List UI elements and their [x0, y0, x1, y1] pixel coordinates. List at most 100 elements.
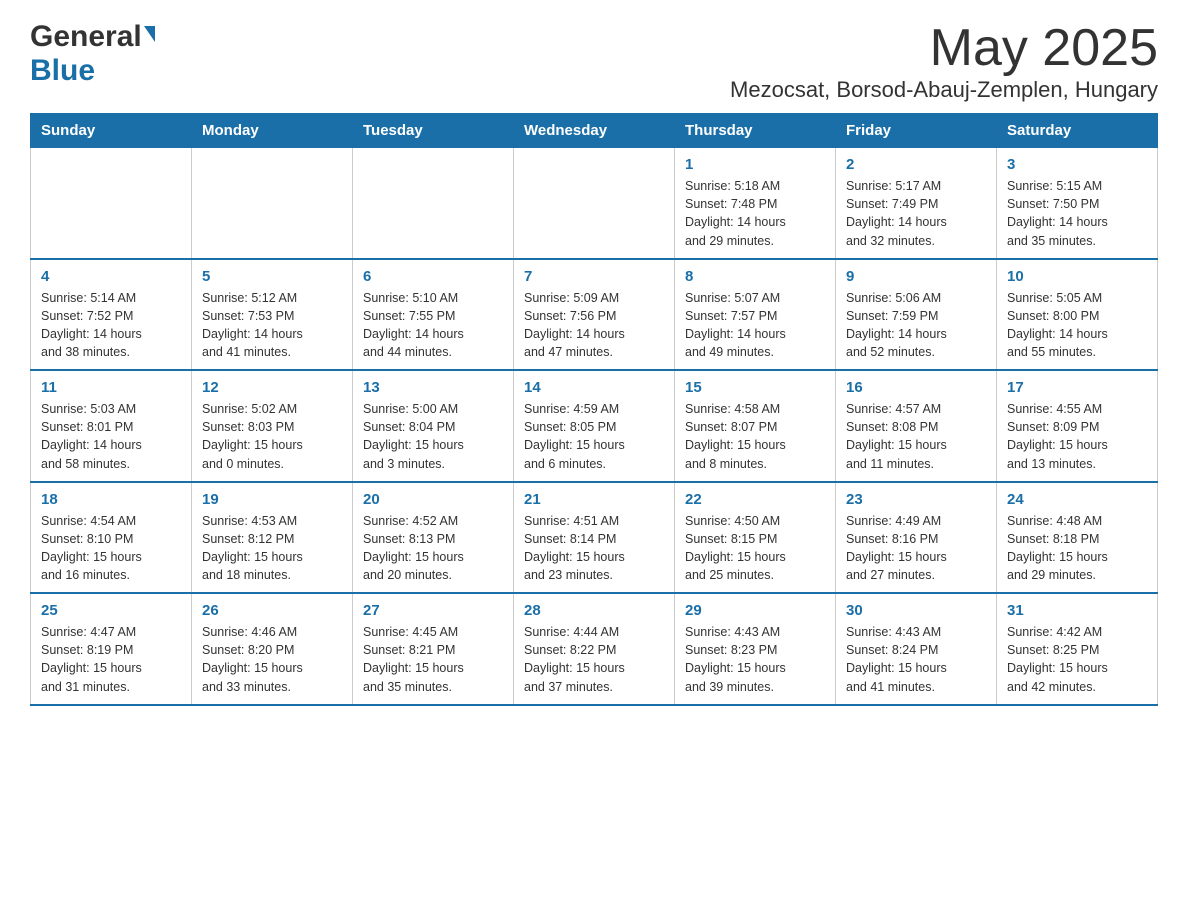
weekday-header-saturday: Saturday — [997, 114, 1158, 148]
day-number: 25 — [41, 602, 181, 619]
calendar-week-row: 4Sunrise: 5:14 AM Sunset: 7:52 PM Daylig… — [31, 259, 1158, 371]
day-number: 31 — [1007, 602, 1147, 619]
day-number: 24 — [1007, 491, 1147, 508]
calendar-header: SundayMondayTuesdayWednesdayThursdayFrid… — [31, 114, 1158, 148]
calendar-cell — [192, 148, 353, 259]
weekday-header-row: SundayMondayTuesdayWednesdayThursdayFrid… — [31, 114, 1158, 148]
day-number: 3 — [1007, 156, 1147, 173]
page-header: General Blue May 2025 Mezocsat, Borsod-A… — [30, 20, 1158, 103]
calendar-cell: 23 Sunrise: 4:49 AM Sunset: 8:16 PM Dayli… — [836, 482, 997, 594]
calendar-cell: 18 Sunrise: 4:54 AM Sunset: 8:10 PM Dayli… — [31, 482, 192, 594]
calendar-cell: 5 Sunrise: 5:12 AM Sunset: 7:53 PM Daylig… — [192, 259, 353, 371]
day-number: 12 — [202, 379, 342, 396]
day-info: Sunrise: 4:59 AM Sunset: 8:05 PM Dayligh… — [524, 402, 625, 470]
day-info: Sunrise: 4:57 AM Sunset: 8:08 PM Dayligh… — [846, 402, 947, 470]
day-info: Sunrise: 4:46 AM Sunset: 8:20 PM Dayligh… — [202, 625, 303, 693]
day-number: 6 — [363, 268, 503, 285]
day-info: Sunrise: 5:17 AM Sunset: 7:49 PM Dayligh… — [846, 179, 947, 247]
day-info: Sunrise: 4:51 AM Sunset: 8:14 PM Dayligh… — [524, 514, 625, 582]
day-number: 9 — [846, 268, 986, 285]
calendar-cell: 10Sunrise: 5:05 AM Sunset: 8:00 PM Dayli… — [997, 259, 1158, 371]
calendar-cell: 19 Sunrise: 4:53 AM Sunset: 8:12 PM Dayli… — [192, 482, 353, 594]
day-number: 14 — [524, 379, 664, 396]
day-number: 28 — [524, 602, 664, 619]
day-number: 29 — [685, 602, 825, 619]
calendar-body: 1 Sunrise: 5:18 AM Sunset: 7:48 PM Daylig… — [31, 148, 1158, 705]
calendar-week-row: 11 Sunrise: 5:03 AM Sunset: 8:01 PM Dayli… — [31, 370, 1158, 482]
day-info: Sunrise: 5:10 AM Sunset: 7:55 PM Dayligh… — [363, 291, 464, 359]
calendar-table: SundayMondayTuesdayWednesdayThursdayFrid… — [30, 113, 1158, 706]
day-number: 5 — [202, 268, 342, 285]
day-number: 15 — [685, 379, 825, 396]
day-info: Sunrise: 5:03 AM Sunset: 8:01 PM Dayligh… — [41, 402, 142, 470]
day-number: 23 — [846, 491, 986, 508]
day-number: 10 — [1007, 268, 1147, 285]
calendar-week-row: 18 Sunrise: 4:54 AM Sunset: 8:10 PM Dayli… — [31, 482, 1158, 594]
day-info: Sunrise: 5:18 AM Sunset: 7:48 PM Dayligh… — [685, 179, 786, 247]
calendar-cell: 20 Sunrise: 4:52 AM Sunset: 8:13 PM Dayli… — [353, 482, 514, 594]
day-number: 22 — [685, 491, 825, 508]
calendar-cell: 26 Sunrise: 4:46 AM Sunset: 8:20 PM Dayli… — [192, 593, 353, 705]
day-number: 17 — [1007, 379, 1147, 396]
day-info: Sunrise: 4:49 AM Sunset: 8:16 PM Dayligh… — [846, 514, 947, 582]
day-number: 26 — [202, 602, 342, 619]
day-number: 7 — [524, 268, 664, 285]
calendar-cell: 3 Sunrise: 5:15 AM Sunset: 7:50 PM Daylig… — [997, 148, 1158, 259]
calendar-location: Mezocsat, Borsod-Abauj-Zemplen, Hungary — [730, 77, 1158, 103]
calendar-cell: 1 Sunrise: 5:18 AM Sunset: 7:48 PM Daylig… — [675, 148, 836, 259]
calendar-cell: 29 Sunrise: 4:43 AM Sunset: 8:23 PM Dayli… — [675, 593, 836, 705]
calendar-cell: 6 Sunrise: 5:10 AM Sunset: 7:55 PM Daylig… — [353, 259, 514, 371]
day-info: Sunrise: 4:53 AM Sunset: 8:12 PM Dayligh… — [202, 514, 303, 582]
day-info: Sunrise: 4:58 AM Sunset: 8:07 PM Dayligh… — [685, 402, 786, 470]
day-info: Sunrise: 4:43 AM Sunset: 8:23 PM Dayligh… — [685, 625, 786, 693]
weekday-header-thursday: Thursday — [675, 114, 836, 148]
day-number: 2 — [846, 156, 986, 173]
calendar-week-row: 25Sunrise: 4:47 AM Sunset: 8:19 PM Dayli… — [31, 593, 1158, 705]
day-number: 20 — [363, 491, 503, 508]
day-info: Sunrise: 5:12 AM Sunset: 7:53 PM Dayligh… — [202, 291, 303, 359]
calendar-cell: 17 Sunrise: 4:55 AM Sunset: 8:09 PM Dayli… — [997, 370, 1158, 482]
calendar-cell — [31, 148, 192, 259]
day-info: Sunrise: 4:44 AM Sunset: 8:22 PM Dayligh… — [524, 625, 625, 693]
calendar-cell: 14 Sunrise: 4:59 AM Sunset: 8:05 PM Dayli… — [514, 370, 675, 482]
day-number: 13 — [363, 379, 503, 396]
calendar-cell — [514, 148, 675, 259]
day-info: Sunrise: 5:06 AM Sunset: 7:59 PM Dayligh… — [846, 291, 947, 359]
day-number: 1 — [685, 156, 825, 173]
day-number: 4 — [41, 268, 181, 285]
day-number: 27 — [363, 602, 503, 619]
calendar-cell: 2 Sunrise: 5:17 AM Sunset: 7:49 PM Daylig… — [836, 148, 997, 259]
day-info: Sunrise: 5:09 AM Sunset: 7:56 PM Dayligh… — [524, 291, 625, 359]
calendar-cell: 16Sunrise: 4:57 AM Sunset: 8:08 PM Dayli… — [836, 370, 997, 482]
day-number: 19 — [202, 491, 342, 508]
weekday-header-sunday: Sunday — [31, 114, 192, 148]
day-number: 8 — [685, 268, 825, 285]
calendar-week-row: 1 Sunrise: 5:18 AM Sunset: 7:48 PM Daylig… — [31, 148, 1158, 259]
weekday-header-wednesday: Wednesday — [514, 114, 675, 148]
day-info: Sunrise: 5:00 AM Sunset: 8:04 PM Dayligh… — [363, 402, 464, 470]
logo-general-text: General — [30, 20, 142, 54]
logo: General Blue — [30, 20, 155, 88]
day-info: Sunrise: 4:54 AM Sunset: 8:10 PM Dayligh… — [41, 514, 142, 582]
day-info: Sunrise: 5:15 AM Sunset: 7:50 PM Dayligh… — [1007, 179, 1108, 247]
day-info: Sunrise: 5:02 AM Sunset: 8:03 PM Dayligh… — [202, 402, 303, 470]
calendar-title: May 2025 — [730, 20, 1158, 77]
calendar-cell: 28 Sunrise: 4:44 AM Sunset: 8:22 PM Dayli… — [514, 593, 675, 705]
calendar-cell: 12 Sunrise: 5:02 AM Sunset: 8:03 PM Dayli… — [192, 370, 353, 482]
calendar-cell: 13 Sunrise: 5:00 AM Sunset: 8:04 PM Dayli… — [353, 370, 514, 482]
logo-blue-text: Blue — [30, 54, 95, 87]
calendar-cell: 4Sunrise: 5:14 AM Sunset: 7:52 PM Daylig… — [31, 259, 192, 371]
day-number: 21 — [524, 491, 664, 508]
day-info: Sunrise: 4:55 AM Sunset: 8:09 PM Dayligh… — [1007, 402, 1108, 470]
calendar-cell: 15 Sunrise: 4:58 AM Sunset: 8:07 PM Dayli… — [675, 370, 836, 482]
day-number: 11 — [41, 379, 181, 396]
day-info: Sunrise: 4:52 AM Sunset: 8:13 PM Dayligh… — [363, 514, 464, 582]
calendar-cell: 31Sunrise: 4:42 AM Sunset: 8:25 PM Dayli… — [997, 593, 1158, 705]
day-info: Sunrise: 4:45 AM Sunset: 8:21 PM Dayligh… — [363, 625, 464, 693]
day-number: 18 — [41, 491, 181, 508]
weekday-header-monday: Monday — [192, 114, 353, 148]
calendar-cell: 25Sunrise: 4:47 AM Sunset: 8:19 PM Dayli… — [31, 593, 192, 705]
calendar-cell: 11 Sunrise: 5:03 AM Sunset: 8:01 PM Dayli… — [31, 370, 192, 482]
calendar-cell: 8Sunrise: 5:07 AM Sunset: 7:57 PM Daylig… — [675, 259, 836, 371]
day-info: Sunrise: 4:43 AM Sunset: 8:24 PM Dayligh… — [846, 625, 947, 693]
